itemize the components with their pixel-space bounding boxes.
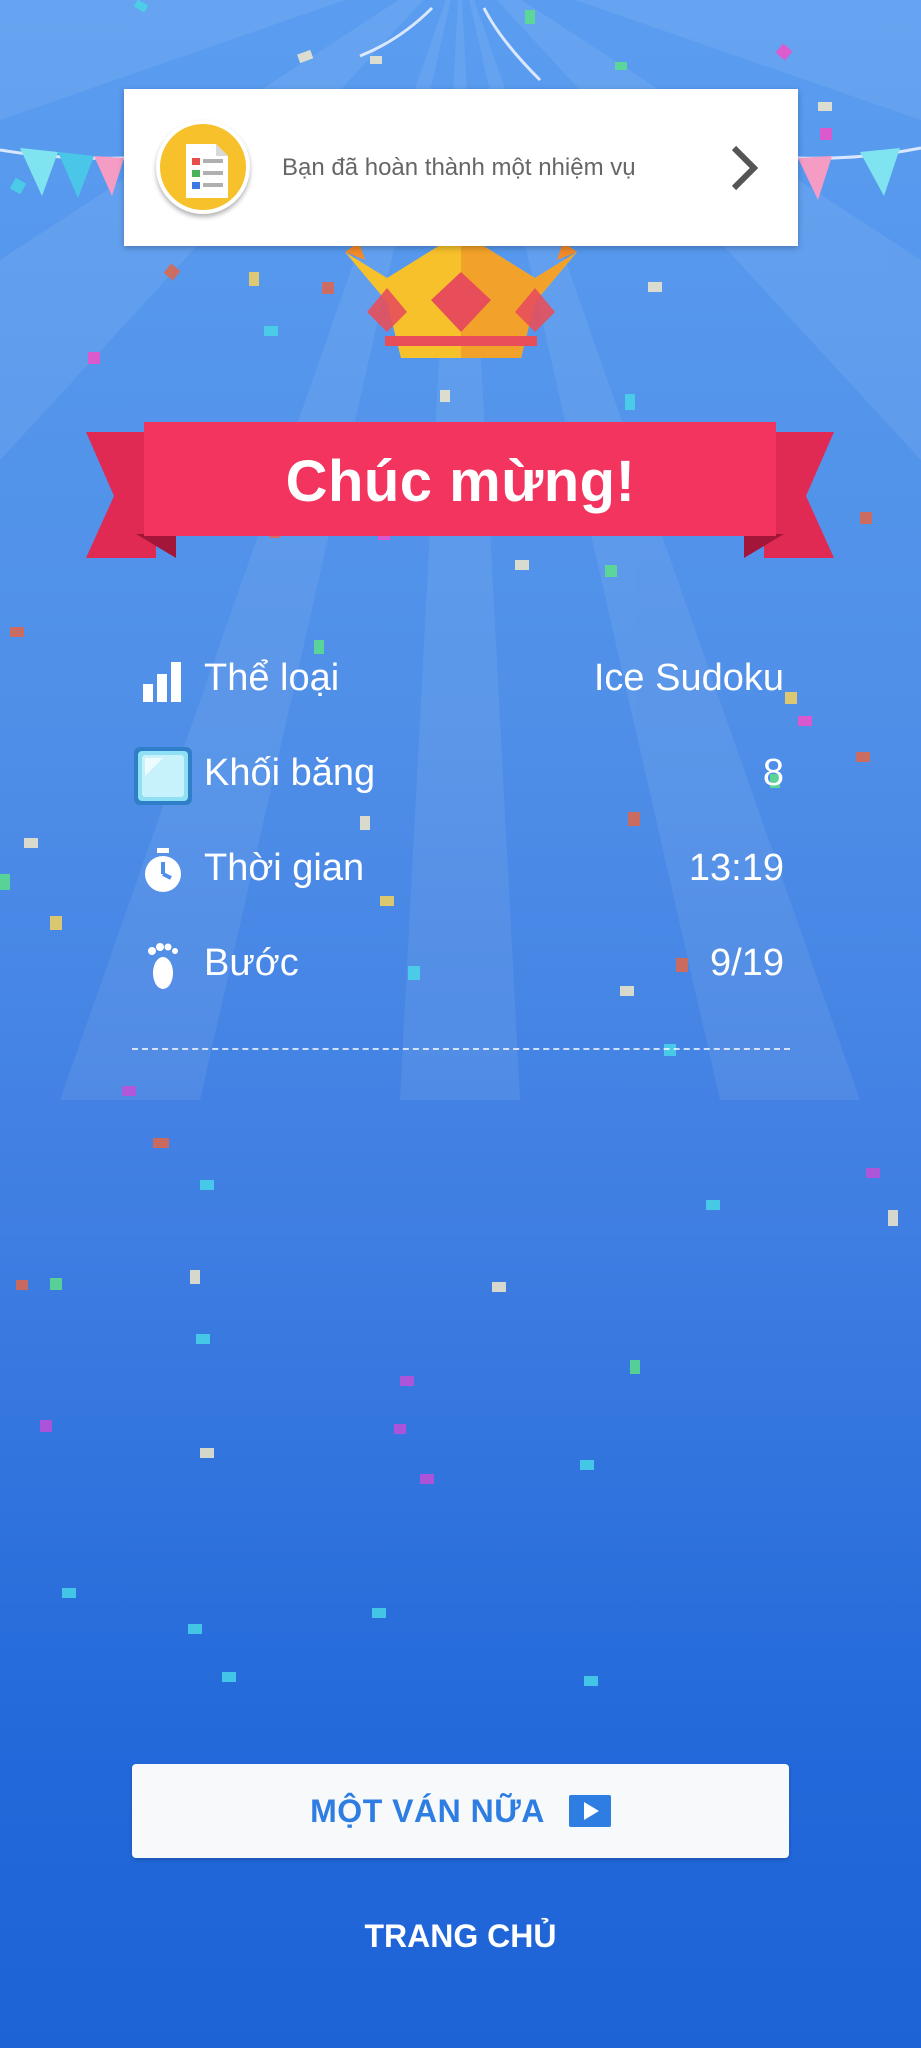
stat-row-category: Thể loại Ice Sudoku [132,640,784,735]
footprint-icon [132,935,194,997]
stat-row-time: Thời gian 13:19 [132,830,784,925]
home-button[interactable]: TRANG CHỦ [0,1918,921,1955]
stopwatch-icon [132,840,194,902]
notification-text: Bạn đã hoàn thành một nhiệm vụ [282,154,636,181]
stat-row-ice-blocks: Khối băng 8 [132,735,784,830]
stat-value: 9/19 [710,942,784,984]
divider [132,1048,790,1050]
stat-label: Khối băng [204,752,376,794]
stat-label: Thời gian [204,847,365,889]
play-icon [568,1795,611,1827]
stat-value: 13:19 [688,847,784,889]
congrats-title: Chúc mừng! [285,449,636,514]
stat-row-steps: Bước 9/19 [132,925,784,1020]
stat-label: Bước [204,942,299,984]
result-stats: Thể loại Ice Sudoku Khối băng 8 Thời gia… [132,640,784,1020]
stat-label: Thể loại [204,657,340,699]
ice-block-icon [132,745,194,807]
crown-icon [345,232,577,358]
task-document-icon [156,120,250,214]
play-again-button[interactable]: MỘT VÁN NỮA [132,1764,789,1858]
play-again-label: MỘT VÁN NỮA [310,1792,545,1829]
mission-complete-notification[interactable]: Bạn đã hoàn thành một nhiệm vụ [124,89,798,246]
stat-value: Ice Sudoku [593,657,784,699]
chevron-right-icon[interactable] [728,144,758,192]
stat-value: 8 [762,752,784,794]
bar-chart-icon [132,650,194,712]
